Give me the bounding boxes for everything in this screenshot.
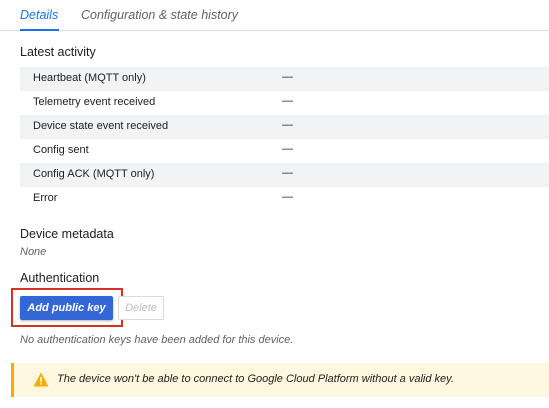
table-row: Error — [20, 187, 549, 211]
row-value: — [282, 167, 293, 179]
table-row: Config sent — [20, 139, 549, 163]
row-value: — [282, 71, 293, 83]
table-row: Telemetry event received — [20, 91, 549, 115]
table-row: Heartbeat (MQTT only) — [20, 67, 549, 91]
delete-button[interactable]: Delete [118, 296, 164, 320]
authentication-title: Authentication [20, 271, 100, 285]
tab-bar: Details Configuration & state history [0, 0, 549, 31]
latest-activity-table: Heartbeat (MQTT only) — Telemetry event … [20, 67, 549, 211]
warning-icon [33, 372, 49, 387]
row-label: Telemetry event received [33, 96, 156, 108]
device-metadata-title: Device metadata [20, 227, 114, 241]
row-label: Error [33, 192, 58, 204]
latest-activity-title: Latest activity [20, 45, 96, 59]
row-value: — [282, 119, 293, 131]
device-details-page: Details Configuration & state history La… [0, 0, 549, 408]
warning-banner: The device won't be able to connect to G… [11, 363, 549, 397]
row-label: Heartbeat (MQTT only) [33, 72, 146, 84]
add-public-key-button[interactable]: Add public key [20, 296, 113, 320]
row-value: — [282, 191, 293, 203]
row-label: Config ACK (MQTT only) [33, 168, 155, 180]
device-metadata-value: None [20, 246, 47, 258]
row-value: — [282, 143, 293, 155]
row-label: Config sent [33, 144, 89, 156]
table-row: Config ACK (MQTT only) — [20, 163, 549, 187]
tab-details[interactable]: Details [20, 8, 58, 22]
row-label: Device state event received [33, 120, 169, 132]
warning-message: The device won't be able to connect to G… [57, 373, 454, 385]
table-row: Device state event received — [20, 115, 549, 139]
tab-configuration-state-history[interactable]: Configuration & state history [81, 8, 238, 22]
row-value: — [282, 95, 293, 107]
active-tab-indicator [20, 29, 59, 31]
no-keys-message: No authentication keys have been added f… [20, 334, 294, 346]
